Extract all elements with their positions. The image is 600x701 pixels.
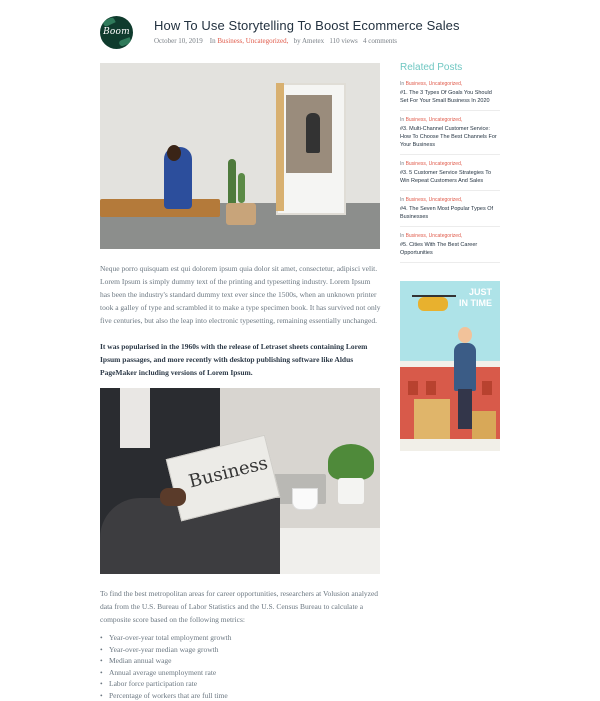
post-comments-link[interactable]: 4 comments bbox=[363, 37, 397, 45]
related-post-categories: In Business, Uncategorized, bbox=[400, 81, 500, 87]
author-avatar[interactable]: Boom bbox=[100, 16, 133, 49]
leaf-icon bbox=[102, 16, 116, 28]
sidebar-title: Related Posts bbox=[400, 62, 463, 73]
ad-banner[interactable]: JUST IN TIME bbox=[400, 281, 500, 451]
list-item: Year-over-year total employment growth bbox=[100, 632, 231, 644]
category-link[interactable]: Business, Uncategorized, bbox=[406, 197, 463, 203]
related-post-categories: In Business, Uncategorized, bbox=[400, 197, 500, 203]
post-categories-link[interactable]: Business, Uncategorized, bbox=[217, 37, 288, 45]
related-post-link[interactable]: #5. Cities With The Best Career Opportun… bbox=[400, 241, 500, 257]
ad-headline: JUST IN TIME bbox=[459, 287, 492, 309]
in-label: In bbox=[400, 81, 405, 87]
post-author-link[interactable]: Ametex bbox=[302, 37, 324, 45]
paragraph-highlight: It was popularised in the 1960s with the… bbox=[100, 342, 368, 377]
category-link[interactable]: Business, Uncategorized, bbox=[406, 161, 463, 167]
in-label: In bbox=[209, 37, 216, 45]
logo-text: Boom bbox=[103, 27, 130, 37]
related-posts-list: In Business, Uncategorized, #1. The 3 Ty… bbox=[400, 81, 500, 269]
metrics-list: Year-over-year total employment growth Y… bbox=[100, 632, 231, 701]
related-post-link[interactable]: #1. The 3 Types Of Goals You Should Set … bbox=[400, 89, 500, 105]
by-label: by bbox=[293, 37, 301, 45]
post-title: How To Use Storytelling To Boost Ecommer… bbox=[154, 18, 460, 33]
category-link[interactable]: Business, Uncategorized, bbox=[406, 233, 463, 239]
potted-plant bbox=[328, 444, 374, 480]
businessman-illustration bbox=[454, 343, 476, 391]
list-item: Year-over-year median wage growth bbox=[100, 644, 231, 656]
list-item: Annual average unemployment rate bbox=[100, 667, 231, 679]
cactus-plant bbox=[228, 159, 236, 207]
related-post-item: In Business, Uncategorized, #3. 5 Custom… bbox=[400, 161, 500, 191]
related-post-item: In Business, Uncategorized, #1. The 3 Ty… bbox=[400, 81, 500, 111]
paragraph-intro: Neque porro quisquam est qui dolorem ips… bbox=[100, 264, 381, 325]
related-post-link[interactable]: #4. The Seven Most Popular Types Of Busi… bbox=[400, 205, 500, 221]
ad-line-2: IN TIME bbox=[459, 298, 492, 308]
in-label: In bbox=[400, 117, 405, 123]
in-label: In bbox=[400, 161, 405, 167]
related-post-categories: In Business, Uncategorized, bbox=[400, 161, 500, 167]
boxes-illustration bbox=[414, 399, 450, 439]
related-post-item: In Business, Uncategorized, #4. The Seve… bbox=[400, 197, 500, 227]
coffee-cup bbox=[292, 488, 318, 510]
post-views: 110 views bbox=[329, 37, 358, 45]
in-label: In bbox=[400, 233, 405, 239]
leaf-icon bbox=[118, 37, 132, 47]
in-label: In bbox=[400, 197, 405, 203]
post-date: October 10, 2019 bbox=[154, 37, 203, 45]
drone-icon bbox=[418, 297, 448, 311]
list-item: Median annual wage bbox=[100, 655, 231, 667]
category-link[interactable]: Business, Uncategorized, bbox=[406, 117, 463, 123]
category-link[interactable]: Business, Uncategorized, bbox=[406, 81, 463, 87]
business-image: Business bbox=[100, 388, 380, 574]
ad-line-1: JUST bbox=[468, 287, 492, 297]
hero-image bbox=[100, 63, 380, 249]
list-item: Percentage of workers that are full time bbox=[100, 690, 231, 701]
related-post-item: In Business, Uncategorized, #3. Multi-Ch… bbox=[400, 117, 500, 155]
related-post-link[interactable]: #3. Multi-Channel Customer Service: How … bbox=[400, 125, 500, 149]
related-post-categories: In Business, Uncategorized, bbox=[400, 117, 500, 123]
related-post-item: In Business, Uncategorized, #5. Cities W… bbox=[400, 233, 500, 263]
related-post-categories: In Business, Uncategorized, bbox=[400, 233, 500, 239]
bench bbox=[100, 199, 220, 217]
related-post-link[interactable]: #3. 5 Customer Service Strategies To Win… bbox=[400, 169, 500, 185]
paragraph-research: To find the best metropolitan areas for … bbox=[100, 589, 379, 624]
list-item: Labor force participation rate bbox=[100, 678, 231, 690]
post-meta: October 10, 2019 In Business, Uncategori… bbox=[154, 37, 397, 45]
